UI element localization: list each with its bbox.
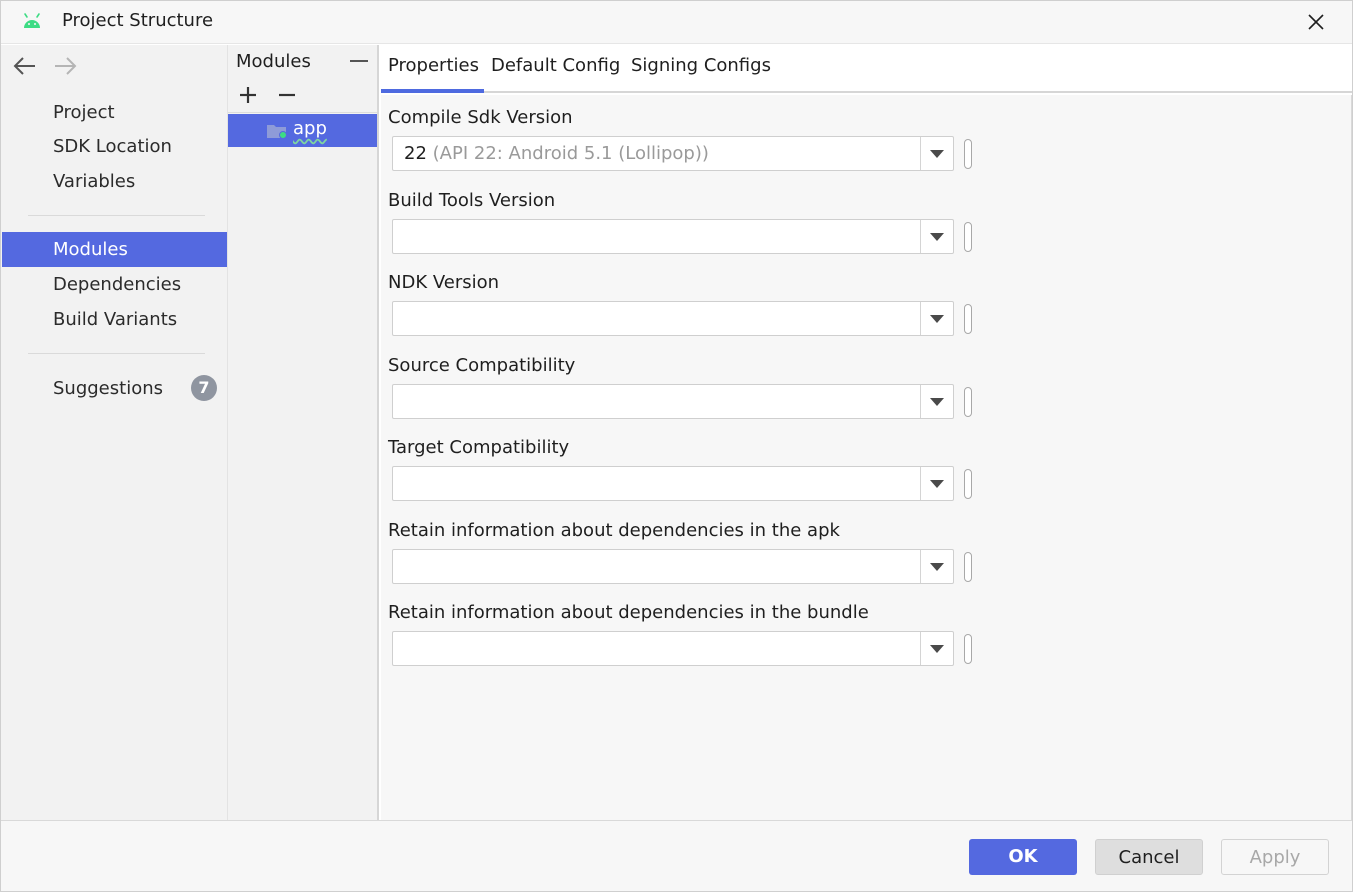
chevron-down-icon[interactable]: [930, 398, 944, 406]
chevron-down-icon[interactable]: [930, 150, 944, 158]
sidebar-divider: [28, 215, 205, 216]
compile-sdk-version-combo[interactable]: 22 (API 22: Android 5.1 (Lollipop)): [392, 136, 954, 171]
chevron-down-icon[interactable]: [930, 480, 944, 488]
combo-divider: [920, 137, 921, 170]
properties-panel: Compile Sdk Version 22 (API 22: Android …: [381, 95, 1352, 820]
close-icon[interactable]: [1305, 11, 1327, 33]
variable-picker-button[interactable]: [964, 387, 972, 417]
tab-default-config[interactable]: Default Config: [491, 55, 620, 76]
dialog-button-bar: OK Cancel Apply: [0, 820, 1353, 892]
ok-button[interactable]: OK: [969, 839, 1077, 875]
sidebar-item-project[interactable]: Project: [2, 95, 227, 130]
combo-divider: [920, 385, 921, 418]
sidebar-item-suggestions[interactable]: Suggestions 7: [2, 371, 227, 406]
sidebar-item-label: Build Variants: [53, 309, 178, 330]
combo-divider: [920, 220, 921, 253]
ndk-version-label: NDK Version: [388, 272, 500, 293]
sidebar-item-sdk-location[interactable]: SDK Location: [2, 129, 227, 164]
variable-picker-button[interactable]: [964, 552, 972, 582]
tab-signing-configs[interactable]: Signing Configs: [631, 55, 771, 76]
compile-sdk-version-label: Compile Sdk Version: [388, 107, 573, 128]
variable-picker-button[interactable]: [964, 139, 972, 169]
add-module-icon[interactable]: [238, 85, 258, 105]
modules-header: Modules: [236, 51, 311, 72]
variable-picker-button[interactable]: [964, 469, 972, 499]
target-compatibility-combo[interactable]: [392, 466, 954, 501]
sidebar-item-label: Project: [53, 102, 115, 123]
arrow-left-icon[interactable]: [12, 55, 38, 77]
tab-properties[interactable]: Properties: [388, 55, 479, 76]
sidebar-item-modules[interactable]: Modules: [2, 232, 227, 267]
combo-divider: [920, 467, 921, 500]
chevron-down-icon[interactable]: [930, 233, 944, 241]
window-title: Project Structure: [62, 10, 214, 31]
module-name: app: [293, 118, 327, 139]
combo-divider: [920, 302, 921, 335]
chevron-down-icon[interactable]: [930, 315, 944, 323]
modules-panel: Modules app: [228, 45, 379, 820]
target-compatibility-label: Target Compatibility: [388, 437, 570, 458]
retain-deps-bundle-label: Retain information about dependencies in…: [388, 602, 869, 623]
suggestions-count-badge: 7: [191, 375, 217, 401]
remove-module-icon[interactable]: [277, 85, 297, 105]
retain-deps-apk-label: Retain information about dependencies in…: [388, 520, 840, 541]
sidebar-item-dependencies[interactable]: Dependencies: [2, 267, 227, 302]
module-folder-icon: [267, 125, 287, 139]
combo-value-text: 22: [404, 143, 427, 164]
cancel-button[interactable]: Cancel: [1095, 839, 1203, 875]
ndk-version-combo[interactable]: [392, 301, 954, 336]
variable-picker-button[interactable]: [964, 634, 972, 664]
apply-button[interactable]: Apply: [1221, 839, 1329, 875]
chevron-down-icon[interactable]: [930, 563, 944, 571]
sidebar-item-label: Suggestions: [53, 378, 163, 399]
toolbar-divider: [228, 112, 377, 113]
sidebar-item-label: Modules: [53, 239, 128, 260]
source-compatibility-combo[interactable]: [392, 384, 954, 419]
sidebar-item-variables[interactable]: Variables: [2, 164, 227, 199]
source-compatibility-label: Source Compatibility: [388, 355, 576, 376]
chevron-down-icon[interactable]: [930, 645, 944, 653]
android-icon: [24, 13, 40, 28]
build-tools-version-combo[interactable]: [392, 219, 954, 254]
sidebar-item-build-variants[interactable]: Build Variants: [2, 302, 227, 337]
variable-picker-button[interactable]: [964, 304, 972, 334]
sidebar-divider: [28, 353, 205, 354]
collapse-icon[interactable]: [349, 53, 369, 69]
sidebar-item-label: SDK Location: [53, 136, 172, 157]
retain-deps-apk-combo[interactable]: [392, 549, 954, 584]
combo-divider: [920, 550, 921, 583]
build-tools-version-label: Build Tools Version: [388, 190, 556, 211]
retain-deps-bundle-combo[interactable]: [392, 631, 954, 666]
combo-divider: [920, 632, 921, 665]
module-item-app[interactable]: app: [228, 114, 377, 147]
combo-value: 22 (API 22: Android 5.1 (Lollipop)): [404, 143, 709, 164]
active-tab-indicator: [381, 89, 484, 93]
sidebar-item-label: Variables: [53, 171, 136, 192]
variable-picker-button[interactable]: [964, 222, 972, 252]
sidebar: Project SDK Location Variables Modules D…: [0, 45, 228, 820]
title-bar: Project Structure: [0, 0, 1353, 44]
sidebar-item-label: Dependencies: [53, 274, 182, 295]
arrow-right-icon[interactable]: [52, 55, 78, 77]
content-area: Properties Default Config Signing Config…: [381, 45, 1353, 820]
tab-bar: Properties Default Config Signing Config…: [381, 45, 1353, 93]
combo-value-hint: (API 22: Android 5.1 (Lollipop)): [432, 143, 709, 164]
